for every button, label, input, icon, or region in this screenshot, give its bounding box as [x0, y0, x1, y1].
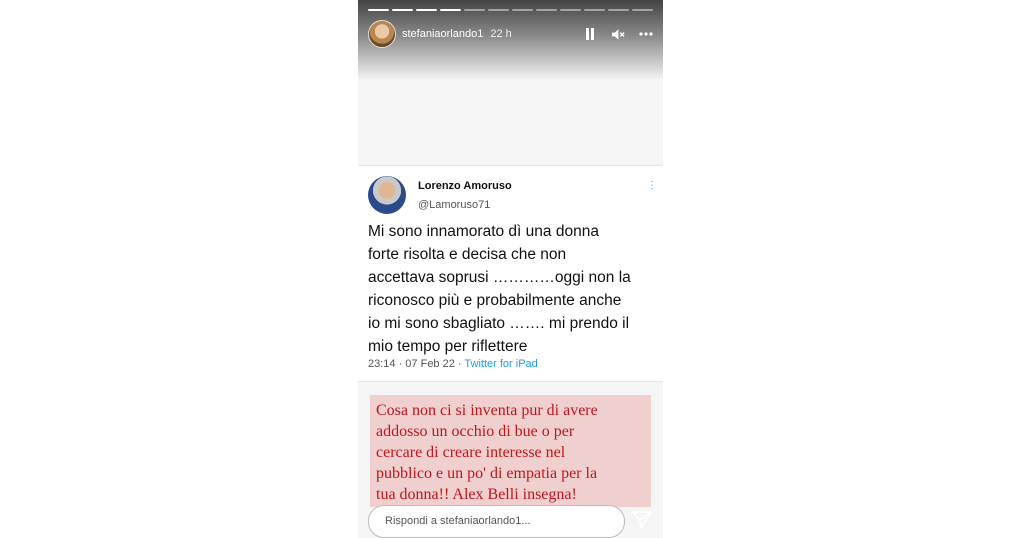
tweet-source: Twitter for iPad	[464, 358, 538, 370]
tweet-text-line: accettava soprusi …………oggi non la	[368, 269, 631, 286]
story-text-overlay: Cosa non ci si inventa pur di avere addo…	[370, 395, 651, 507]
story-viewer: stefaniaorlando1 22 h Lorenzo Amoruso @L…	[358, 0, 663, 538]
send-icon[interactable]	[630, 508, 654, 532]
story-username[interactable]: stefaniaorlando1	[402, 28, 483, 40]
tweet-text-line: forte risolta e decisa che non	[368, 246, 567, 263]
story-header: stefaniaorlando1 22 h	[368, 19, 653, 49]
tweet-text-line: Mi sono innamorato dì una donna	[368, 223, 599, 240]
reply-input[interactable]: Rispondi a stefaniaorlando1...	[368, 505, 625, 538]
tweet-author-avatar	[368, 176, 406, 214]
more-icon[interactable]	[639, 27, 653, 41]
tweet-text-line: io mi sono sbagliato ……. mi prendo il	[368, 315, 630, 332]
progress-segment	[488, 9, 509, 11]
tweet-author-name: Lorenzo Amoruso	[418, 180, 512, 192]
overlay-text-line: cercare di creare interesse nel	[376, 444, 566, 461]
tweet-author-handle: @Lamoruso71	[418, 199, 491, 211]
progress-segment	[464, 9, 485, 11]
story-reply-bar: Rispondi a stefaniaorlando1...	[358, 500, 663, 538]
overlay-text-line: addosso un occhio di bue o per	[376, 423, 575, 440]
progress-segment	[416, 9, 437, 11]
tweet-timestamp: 23:14 · 07 Feb 22 ·	[368, 358, 465, 370]
pause-icon[interactable]	[583, 27, 597, 41]
mute-icon[interactable]	[611, 27, 625, 41]
overlay-text-line: pubblico e un po' di empatia per la	[376, 465, 598, 482]
tweet-text-line: mio tempo per riflettere	[368, 338, 528, 355]
progress-segment	[560, 9, 581, 11]
overlay-text-line: Cosa non ci si inventa pur di avere	[376, 402, 598, 419]
tweet-more-icon: ⋮	[647, 180, 657, 191]
tweet-meta: 23:14 · 07 Feb 22 · Twitter for iPad	[368, 358, 538, 370]
tweet-card: Lorenzo Amoruso @Lamoruso71 ⋮ Mi sono in…	[358, 165, 663, 382]
progress-segment	[392, 9, 413, 11]
progress-segment	[632, 9, 653, 11]
avatar[interactable]	[368, 20, 396, 48]
progress-segment	[512, 9, 533, 11]
tweet-text: Mi sono innamorato dì una donna forte ri…	[368, 220, 658, 358]
progress-segment	[536, 9, 557, 11]
story-progress-bar	[368, 9, 653, 11]
progress-segment	[368, 9, 389, 11]
tweet-text-line: riconosco più e probabilmente anche	[368, 292, 622, 309]
story-time: 22 h	[490, 28, 512, 40]
reply-placeholder: Rispondi a stefaniaorlando1...	[385, 515, 531, 527]
progress-segment	[584, 9, 605, 11]
progress-segment	[440, 9, 461, 11]
progress-segment	[608, 9, 629, 11]
